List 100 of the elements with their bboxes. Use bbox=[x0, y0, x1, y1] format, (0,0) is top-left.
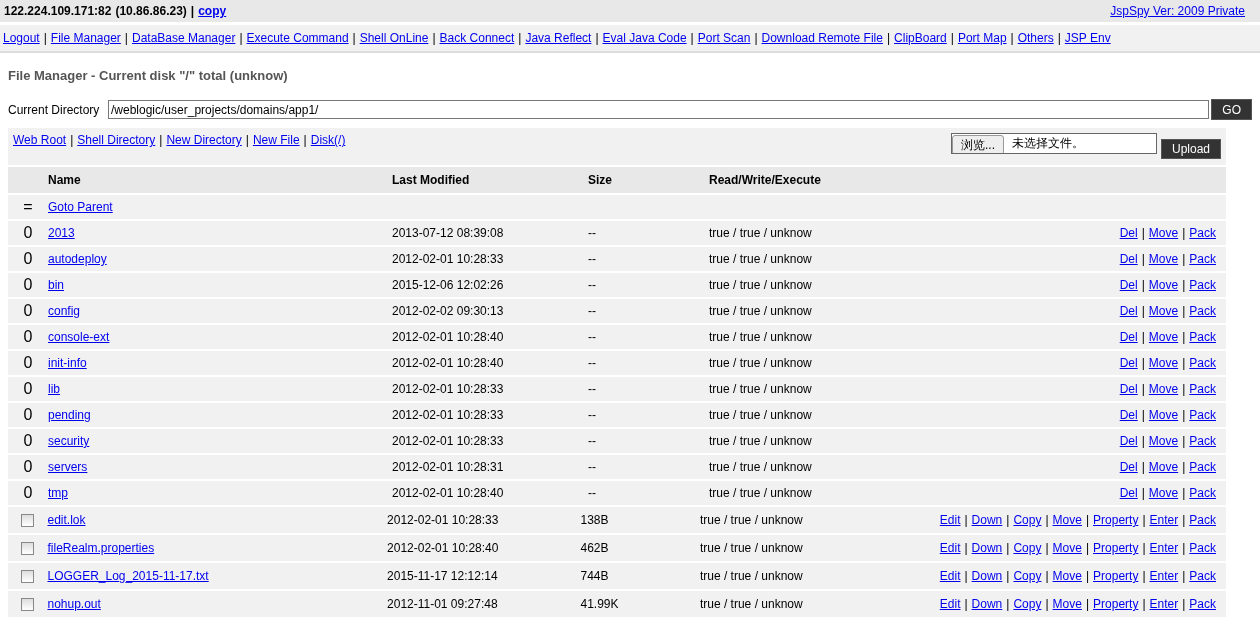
nav-link[interactable]: Download Remote File bbox=[761, 31, 883, 45]
file-name-link[interactable]: bin bbox=[48, 278, 64, 292]
action-link[interactable]: Move bbox=[1148, 434, 1179, 448]
file-name-link[interactable]: fileRealm.properties bbox=[47, 541, 155, 555]
checkbox[interactable] bbox=[21, 597, 35, 611]
action-link[interactable]: Enter bbox=[1149, 597, 1179, 611]
action-link[interactable]: Pack bbox=[1189, 330, 1216, 344]
nav-link[interactable]: Logout bbox=[3, 31, 40, 45]
nav-link[interactable]: Back Connect bbox=[439, 31, 515, 45]
toolbar-link[interactable]: New Directory bbox=[166, 133, 242, 147]
action-link[interactable]: Del bbox=[1119, 226, 1138, 240]
file-name-link[interactable]: init-info bbox=[48, 356, 87, 370]
action-link[interactable]: Pack bbox=[1189, 513, 1216, 527]
nav-link[interactable]: Port Scan bbox=[697, 31, 751, 45]
action-link[interactable]: Pack bbox=[1189, 278, 1216, 292]
nav-link[interactable]: File Manager bbox=[50, 31, 121, 45]
action-link[interactable]: Copy bbox=[1013, 541, 1042, 555]
upload-button[interactable]: Upload bbox=[1160, 139, 1221, 159]
action-link[interactable]: Del bbox=[1119, 408, 1138, 422]
copy-link[interactable]: copy bbox=[198, 4, 227, 18]
nav-link[interactable]: Eval Java Code bbox=[602, 31, 687, 45]
action-link[interactable]: Down bbox=[971, 597, 1003, 611]
file-name-link[interactable]: edit.lok bbox=[47, 513, 86, 527]
version-link[interactable]: JspSpy Ver: 2009 Private bbox=[1110, 4, 1245, 18]
action-link[interactable]: Copy bbox=[1013, 513, 1042, 527]
action-link[interactable]: Del bbox=[1119, 486, 1138, 500]
action-link[interactable]: Pack bbox=[1189, 569, 1216, 583]
file-name-link[interactable]: pending bbox=[48, 408, 91, 422]
action-link[interactable]: Move bbox=[1148, 408, 1179, 422]
nav-link[interactable]: Shell OnLine bbox=[359, 31, 429, 45]
action-link[interactable]: Property bbox=[1093, 597, 1139, 611]
file-name-link[interactable]: security bbox=[48, 434, 90, 448]
browse-button[interactable]: 浏览... bbox=[951, 135, 1004, 153]
action-link[interactable]: Copy bbox=[1013, 597, 1042, 611]
file-input[interactable]: 浏览... 未选择文件。 bbox=[950, 133, 1157, 154]
checkbox[interactable] bbox=[21, 541, 35, 555]
action-link[interactable]: Move bbox=[1148, 226, 1179, 240]
file-name-link[interactable]: 2013 bbox=[48, 226, 75, 240]
action-link[interactable]: Enter bbox=[1149, 569, 1179, 583]
toolbar-link[interactable]: Shell Directory bbox=[77, 133, 156, 147]
action-link[interactable]: Pack bbox=[1189, 226, 1216, 240]
action-link[interactable]: Pack bbox=[1189, 304, 1216, 318]
action-link[interactable]: Pack bbox=[1189, 486, 1216, 500]
action-link[interactable]: Del bbox=[1119, 434, 1138, 448]
action-link[interactable]: Copy bbox=[1013, 569, 1042, 583]
action-link[interactable]: Down bbox=[971, 541, 1003, 555]
action-link[interactable]: Pack bbox=[1189, 597, 1216, 611]
nav-link[interactable]: Java Reflect bbox=[525, 31, 592, 45]
file-name-link[interactable]: lib bbox=[48, 382, 60, 396]
action-link[interactable]: Move bbox=[1052, 513, 1082, 527]
action-link[interactable]: Move bbox=[1148, 278, 1179, 292]
action-link[interactable]: Property bbox=[1093, 569, 1139, 583]
action-link[interactable]: Move bbox=[1052, 597, 1082, 611]
action-link[interactable]: Move bbox=[1148, 252, 1179, 266]
file-name-link[interactable]: config bbox=[48, 304, 81, 318]
action-link[interactable]: Del bbox=[1119, 278, 1138, 292]
nav-link[interactable]: Port Map bbox=[957, 31, 1007, 45]
action-link[interactable]: Del bbox=[1119, 330, 1138, 344]
action-link[interactable]: Edit bbox=[939, 513, 961, 527]
action-link[interactable]: Pack bbox=[1189, 460, 1216, 474]
action-link[interactable]: Edit bbox=[939, 541, 961, 555]
file-name-link[interactable]: autodeploy bbox=[48, 252, 107, 266]
toolbar-link[interactable]: Disk(/) bbox=[310, 133, 346, 147]
file-name-link[interactable]: nohup.out bbox=[47, 597, 101, 611]
action-link[interactable]: Del bbox=[1119, 304, 1138, 318]
action-link[interactable]: Move bbox=[1052, 541, 1082, 555]
file-name-link[interactable]: tmp bbox=[48, 486, 68, 500]
action-link[interactable]: Enter bbox=[1149, 541, 1179, 555]
action-link[interactable]: Move bbox=[1148, 460, 1179, 474]
action-link[interactable]: Pack bbox=[1189, 541, 1216, 555]
action-link[interactable]: Del bbox=[1119, 252, 1138, 266]
action-link[interactable]: Pack bbox=[1189, 252, 1216, 266]
action-link[interactable]: Pack bbox=[1189, 408, 1216, 422]
checkbox[interactable] bbox=[21, 569, 35, 583]
action-link[interactable]: Move bbox=[1052, 569, 1082, 583]
nav-link[interactable]: Others bbox=[1017, 31, 1054, 45]
action-link[interactable]: Edit bbox=[939, 597, 961, 611]
checkbox[interactable] bbox=[21, 513, 35, 527]
action-link[interactable]: Del bbox=[1119, 356, 1138, 370]
file-name-link[interactable]: LOGGER_Log_2015-11-17.txt bbox=[47, 569, 209, 583]
action-link[interactable]: Move bbox=[1148, 486, 1179, 500]
nav-link[interactable]: ClipBoard bbox=[894, 31, 947, 45]
file-name-link[interactable]: servers bbox=[48, 460, 88, 474]
action-link[interactable]: Move bbox=[1148, 382, 1179, 396]
action-link[interactable]: Enter bbox=[1149, 513, 1179, 527]
nav-link[interactable]: DataBase Manager bbox=[132, 31, 236, 45]
toolbar-link[interactable]: Web Root bbox=[13, 133, 67, 147]
nav-link[interactable]: JSP Env bbox=[1064, 31, 1111, 45]
action-link[interactable]: Del bbox=[1119, 460, 1138, 474]
action-link[interactable]: Pack bbox=[1189, 382, 1216, 396]
file-name-link[interactable]: console-ext bbox=[48, 330, 110, 344]
parent-link[interactable]: Goto Parent bbox=[48, 200, 113, 214]
action-link[interactable]: Down bbox=[971, 569, 1003, 583]
directory-field[interactable]: /weblogic/user_projects/domains/app1/ bbox=[108, 100, 1210, 119]
action-link[interactable]: Pack bbox=[1189, 356, 1216, 370]
action-link[interactable]: Pack bbox=[1189, 434, 1216, 448]
action-link[interactable]: Property bbox=[1093, 513, 1139, 527]
go-button[interactable]: GO bbox=[1211, 99, 1252, 120]
nav-link[interactable]: Execute Command bbox=[246, 31, 349, 45]
action-link[interactable]: Move bbox=[1148, 356, 1179, 370]
